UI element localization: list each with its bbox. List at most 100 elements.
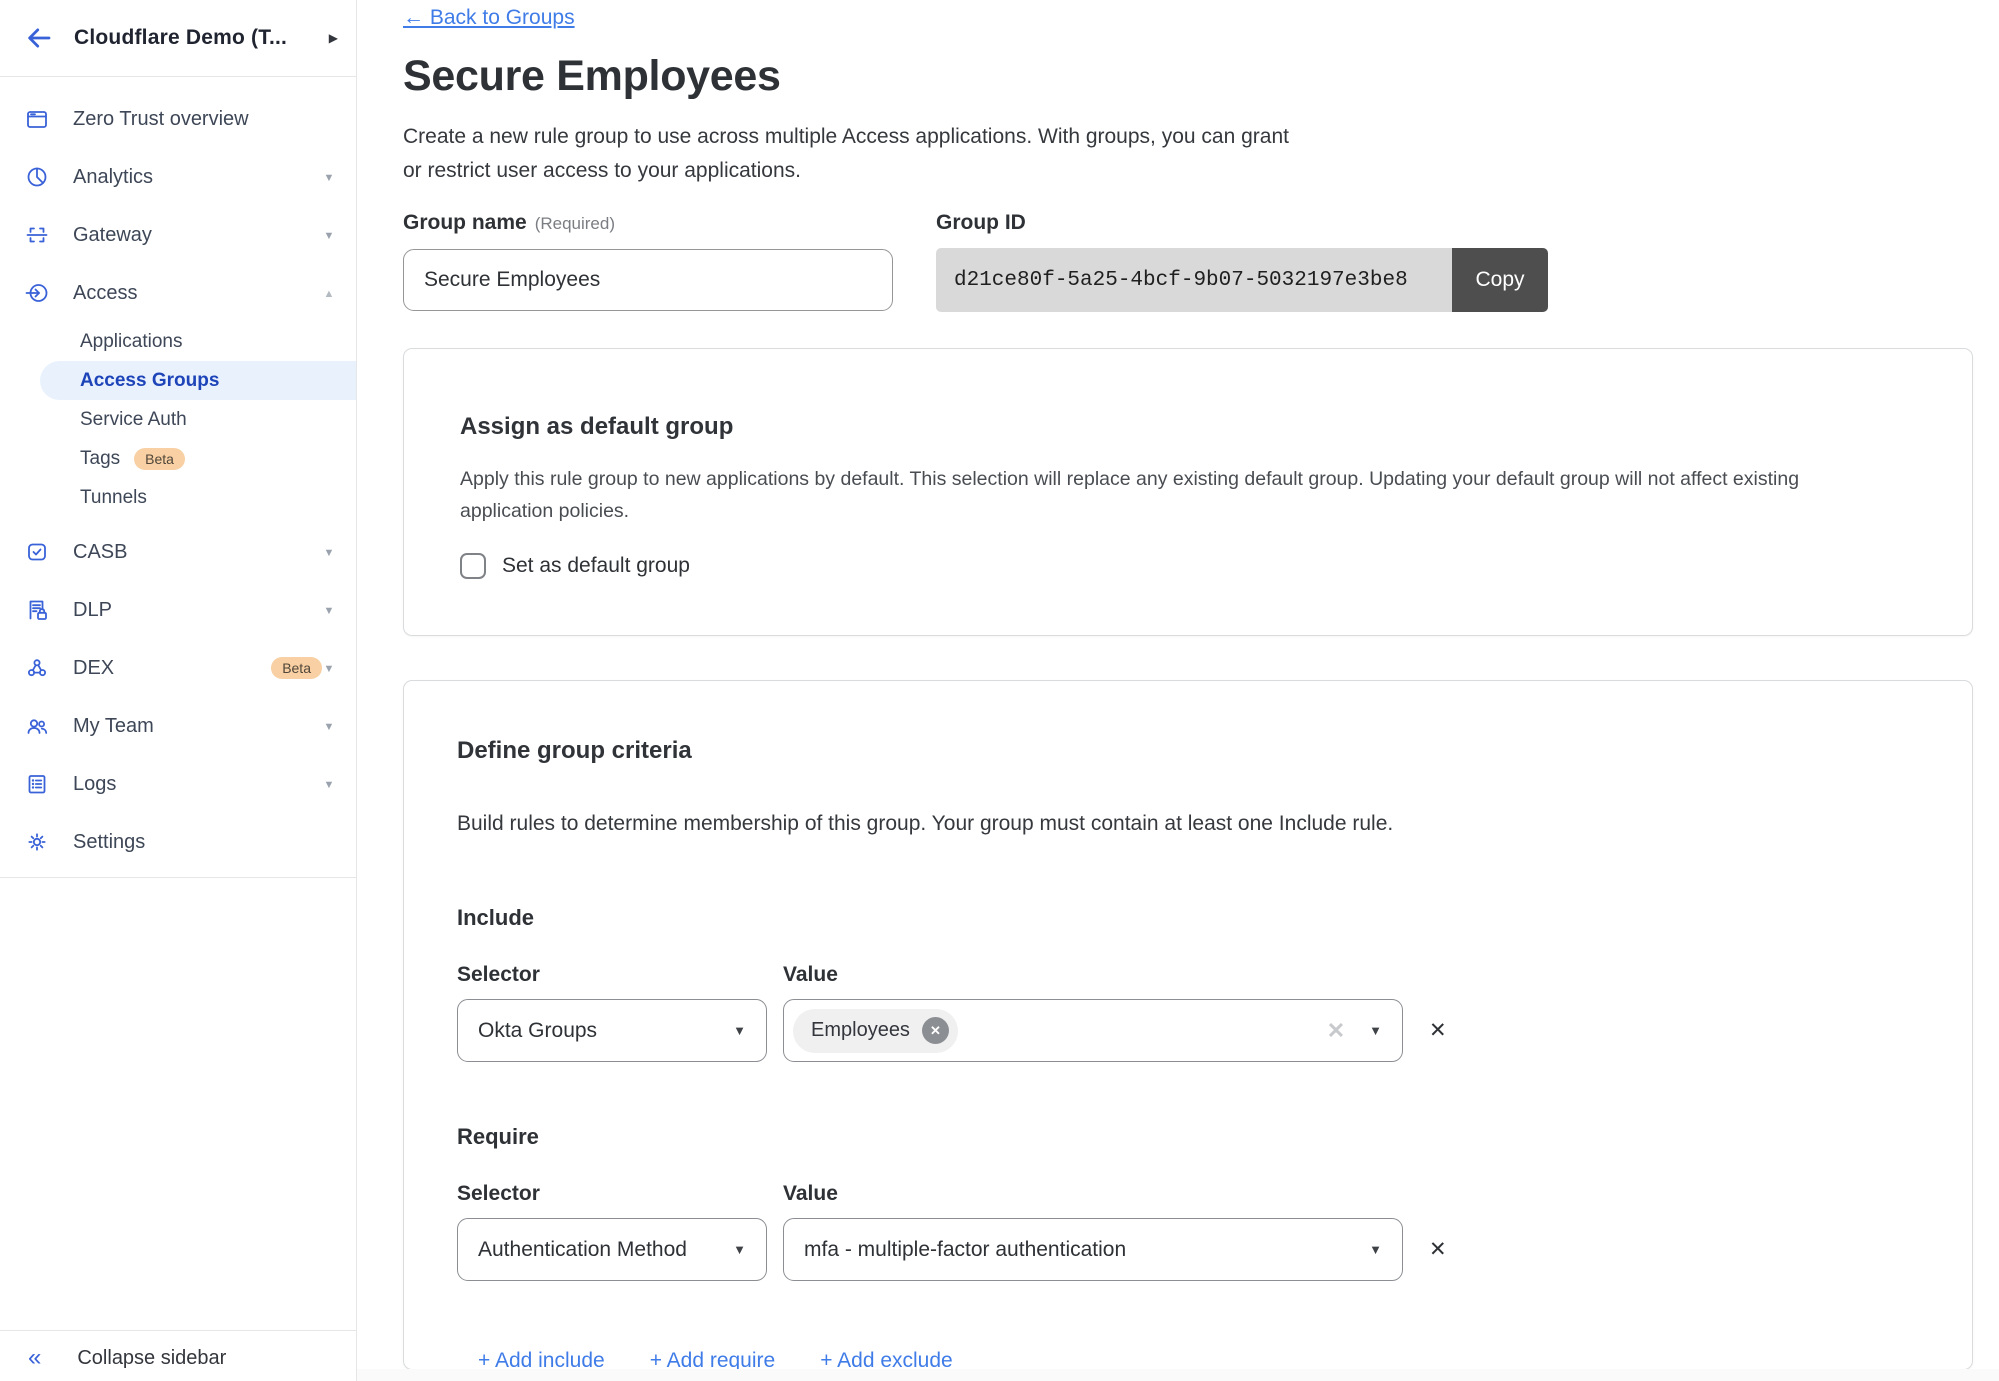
chevron-down-icon [322,168,336,186]
chevron-down-icon [733,1022,746,1040]
sidebar-item-dex[interactable]: DEX Beta [0,639,356,697]
add-require-link[interactable]: + Add require [650,1349,776,1370]
group-name-id-row: Group name (Required) Group ID d21ce80f-5… [403,210,1973,312]
group-id-value: d21ce80f-5a25-4bcf-9b07-5032197e3be8 [936,248,1452,312]
sidebar-item-dlp[interactable]: DLP [0,581,356,639]
include-heading: Include [457,905,1912,931]
criteria-card-title: Define group criteria [457,737,1912,765]
page-description: Create a new rule group to use across mu… [403,120,1973,188]
include-value-label: Value [783,963,838,987]
gateway-icon [25,223,49,247]
collapse-sidebar-button[interactable]: Collapse sidebar [0,1330,356,1381]
group-name-label: Group name (Required) [403,210,936,237]
gear-icon [25,830,49,854]
require-selector-value: Authentication Method [478,1238,733,1262]
sidebar-item-label: Logs [73,773,322,796]
chevron-down-icon [322,717,336,735]
sidebar-item-tags[interactable]: Tags Beta [0,439,356,478]
chevron-right-icon [329,29,338,47]
chevron-down-icon [322,659,336,677]
sidebar-item-label: CASB [73,541,322,564]
set-default-group-label: Set as default group [502,554,690,578]
clear-values-icon[interactable] [1327,1018,1345,1044]
value-chip: Employees [793,1009,958,1053]
require-value-label: Value [783,1182,838,1206]
sidebar-divider [0,877,356,878]
sidebar-item-my-team[interactable]: My Team [0,697,356,755]
require-selector-label: Selector [457,1182,783,1206]
chevron-up-icon [322,284,336,302]
page-description-line1: Create a new rule group to use across mu… [403,120,1973,154]
sidebar-item-tunnels[interactable]: Tunnels [0,478,356,517]
include-selector-label: Selector [457,963,783,987]
chevron-down-icon [322,775,336,793]
main-content: ← Back to Groups Secure Employees Create… [357,0,1999,1381]
include-selector-value: Okta Groups [478,1019,733,1043]
sidebar-item-casb[interactable]: CASB [0,523,356,581]
require-selector-dropdown[interactable]: Authentication Method [457,1218,767,1281]
default-group-card-description: Apply this rule group to new application… [460,463,1850,527]
copy-button[interactable]: Copy [1452,248,1548,312]
sidebar-item-label: Access Groups [80,370,219,392]
sidebar-item-label: Access [73,282,322,305]
sidebar-item-gateway[interactable]: Gateway [0,206,356,264]
document-lock-icon [25,598,49,622]
add-rule-links: + Add include + Add require + Add exclud… [478,1349,1912,1370]
required-hint: (Required) [535,214,615,233]
page-description-line2: or restrict user access to your applicat… [403,154,1973,188]
double-chevron-left-icon [28,1347,41,1370]
group-name-input[interactable] [403,249,893,311]
criteria-card-description: Build rules to determine membership of t… [457,811,1912,837]
default-group-card: Assign as default group Apply this rule … [403,348,1973,636]
access-subnav: Applications Access Groups Service Auth … [0,322,356,517]
back-to-groups-link[interactable]: ← Back to Groups [403,6,575,30]
chevron-down-icon [1369,1022,1382,1040]
chevron-down-icon [1369,1241,1382,1259]
require-value-text: mfa - multiple-factor authentication [804,1238,1369,1262]
account-menu[interactable]: Cloudflare Demo (T... [0,0,356,77]
group-id-label: Group ID [936,210,1548,236]
include-value-combobox[interactable]: Employees [783,999,1403,1062]
include-selector-dropdown[interactable]: Okta Groups [457,999,767,1062]
chevron-down-icon [322,226,336,244]
add-exclude-link[interactable]: + Add exclude [820,1349,953,1370]
people-icon [25,714,49,738]
sidebar-item-zero-trust-overview[interactable]: Zero Trust overview [0,90,356,148]
set-default-group-checkbox[interactable] [460,553,486,579]
sidebar-item-label: Tunnels [80,487,147,509]
beta-badge: Beta [134,448,185,470]
chevron-down-icon [322,543,336,561]
require-heading: Require [457,1124,1912,1150]
account-title: Cloudflare Demo (T... [74,26,329,50]
page-title: Secure Employees [403,52,1973,100]
sidebar-item-access[interactable]: Access [0,264,356,322]
sidebar-item-settings[interactable]: Settings [0,813,356,871]
sidebar-item-analytics[interactable]: Analytics [0,148,356,206]
sidebar-item-label: Zero Trust overview [73,108,336,131]
sidebar-item-label: Service Auth [80,409,187,431]
back-arrow-icon[interactable] [22,21,56,55]
sidebar-item-label: Applications [80,331,182,353]
remove-require-rule-button[interactable] [1429,1237,1447,1262]
remove-include-rule-button[interactable] [1429,1018,1447,1043]
group-name-label-text: Group name [403,211,527,234]
sidebar-item-label: DLP [73,599,322,622]
sidebar-item-service-auth[interactable]: Service Auth [0,400,356,439]
sidebar-item-access-groups[interactable]: Access Groups [40,361,356,400]
beta-badge: Beta [271,657,322,679]
sidebar-item-label: Analytics [73,166,322,189]
window-icon [25,107,49,131]
list-icon [25,772,49,796]
add-include-link[interactable]: + Add include [478,1349,605,1370]
sidebar-item-label: Tags [80,448,120,470]
sidebar-item-logs[interactable]: Logs [0,755,356,813]
require-value-dropdown[interactable]: mfa - multiple-factor authentication [783,1218,1403,1281]
access-icon [25,281,49,305]
sidebar: Cloudflare Demo (T... Zero Trust overvie… [0,0,357,1381]
criteria-card: Define group criteria Build rules to det… [403,680,1973,1370]
chevron-down-icon [733,1241,746,1259]
chip-remove-icon[interactable] [922,1017,949,1044]
value-chip-label: Employees [811,1019,910,1042]
sidebar-item-applications[interactable]: Applications [0,322,356,361]
sidebar-item-label: My Team [73,715,322,738]
